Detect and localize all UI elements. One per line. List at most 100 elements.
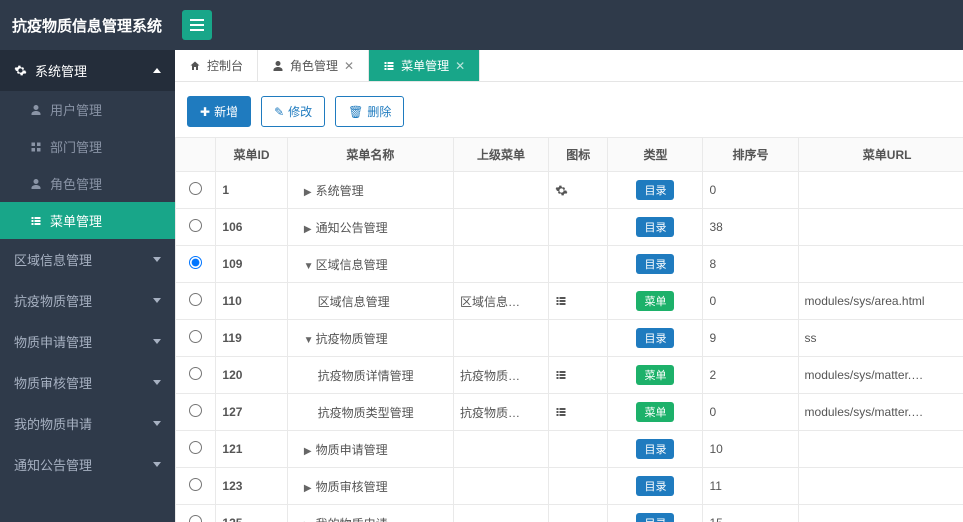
sidebar-item-3[interactable]: 菜单管理 (0, 202, 175, 239)
sidebar-top-item-1[interactable]: 抗疫物质管理 (0, 280, 175, 321)
cell-parent (454, 209, 549, 246)
sidebar-item-label: 菜单管理 (50, 211, 102, 230)
chevron-down-icon (153, 421, 161, 426)
user-icon (30, 178, 42, 190)
cell-icon (549, 505, 608, 522)
expand-toggle[interactable]: ▶ (304, 446, 312, 457)
cell-name: ▶系统管理 (287, 172, 453, 209)
table-row[interactable]: 109 ▼区域信息管理 目录 8 (176, 246, 963, 283)
cell-type: 目录 (608, 505, 703, 522)
cell-url (798, 246, 963, 283)
hamburger-icon (190, 19, 204, 31)
cell-parent: 抗疫物质… (454, 357, 549, 394)
cell-url (798, 172, 963, 209)
cell-parent (454, 468, 549, 505)
sidebar-toggle-button[interactable] (182, 10, 212, 40)
tab-label: 菜单管理 (401, 57, 449, 74)
close-icon[interactable]: ✕ (455, 59, 465, 73)
tab-0[interactable]: 控制台 (175, 50, 258, 81)
cell-name: 抗疫物质类型管理 (287, 394, 453, 431)
chevron-down-icon (153, 298, 161, 303)
sidebar-top-item-5[interactable]: 通知公告管理 (0, 444, 175, 485)
cell-type: 菜单 (608, 394, 703, 431)
close-icon[interactable]: ✕ (344, 59, 354, 73)
gear-icon (14, 64, 27, 77)
table-row[interactable]: 110 区域信息管理 区域信息… 菜单 0 modules/sys/area.h… (176, 283, 963, 320)
sidebar-group-label: 系统管理 (35, 61, 87, 80)
cell-type: 目录 (608, 320, 703, 357)
expand-toggle[interactable]: ▶ (304, 224, 312, 235)
edit-button[interactable]: ✎修改 (261, 96, 325, 127)
cell-url (798, 505, 963, 522)
cell-type: 目录 (608, 431, 703, 468)
table-row[interactable]: 123 ▶物质审核管理 目录 11 (176, 468, 963, 505)
sidebar-group-system[interactable]: 系统管理 (0, 50, 175, 91)
list-icon (555, 369, 601, 381)
delete-button[interactable]: 🗑删除 (335, 96, 404, 127)
row-radio[interactable] (189, 293, 202, 306)
cell-icon (549, 283, 608, 320)
cell-order: 0 (703, 172, 798, 209)
cell-id: 125 (216, 505, 287, 522)
sidebar-item-label: 用户管理 (50, 100, 102, 119)
expand-toggle[interactable]: ▶ (304, 187, 312, 198)
row-radio[interactable] (189, 441, 202, 454)
sidebar-item-1[interactable]: 部门管理 (0, 128, 175, 165)
chevron-down-icon (153, 339, 161, 344)
cell-id: 121 (216, 431, 287, 468)
cell-order: 0 (703, 394, 798, 431)
row-radio[interactable] (189, 256, 202, 269)
table-row[interactable]: 125 ▶我的物质申请 目录 15 (176, 505, 963, 522)
table-row[interactable]: 121 ▶物质申请管理 目录 10 (176, 431, 963, 468)
plus-icon: ✚ (200, 105, 210, 119)
table-row[interactable]: 119 ▼抗疫物质管理 目录 9 ss (176, 320, 963, 357)
cell-parent: 抗疫物质… (454, 394, 549, 431)
cell-order: 38 (703, 209, 798, 246)
expand-toggle[interactable]: ▼ (304, 261, 312, 272)
cell-type: 菜单 (608, 357, 703, 394)
user-icon (30, 104, 42, 116)
cell-url: modules/sys/matter.… (798, 357, 963, 394)
col-icon: 图标 (549, 138, 608, 172)
row-radio[interactable] (189, 515, 202, 522)
list-icon (555, 295, 601, 307)
cell-name: ▶我的物质申请 (287, 505, 453, 522)
tab-label: 角色管理 (290, 57, 338, 74)
main-content: 控制台角色管理✕菜单管理✕ ✚新增 ✎修改 🗑删除 菜单ID 菜单名称 上级菜单… (175, 50, 963, 522)
tab-1[interactable]: 角色管理 ✕ (258, 50, 369, 81)
cell-icon (549, 320, 608, 357)
table-row[interactable]: 127 抗疫物质类型管理 抗疫物质… 菜单 0 modules/sys/matt… (176, 394, 963, 431)
cell-id: 123 (216, 468, 287, 505)
row-radio[interactable] (189, 367, 202, 380)
row-radio[interactable] (189, 404, 202, 417)
row-radio[interactable] (189, 182, 202, 195)
cell-id: 109 (216, 246, 287, 283)
sidebar-top-item-4[interactable]: 我的物质申请 (0, 403, 175, 444)
row-radio[interactable] (189, 478, 202, 491)
cell-parent (454, 431, 549, 468)
cell-icon (549, 246, 608, 283)
table-row[interactable]: 120 抗疫物质详情管理 抗疫物质… 菜单 2 modules/sys/matt… (176, 357, 963, 394)
sidebar-top-item-3[interactable]: 物质审核管理 (0, 362, 175, 403)
cell-order: 8 (703, 246, 798, 283)
row-radio[interactable] (189, 219, 202, 232)
cell-name: ▶通知公告管理 (287, 209, 453, 246)
sidebar-top-item-2[interactable]: 物质申请管理 (0, 321, 175, 362)
table-row[interactable]: 1 ▶系统管理 目录 0 (176, 172, 963, 209)
sidebar-item-2[interactable]: 角色管理 (0, 165, 175, 202)
sidebar-item-0[interactable]: 用户管理 (0, 91, 175, 128)
add-button[interactable]: ✚新增 (187, 96, 251, 127)
cell-order: 2 (703, 357, 798, 394)
col-select (176, 138, 216, 172)
tab-label: 控制台 (207, 57, 243, 74)
cell-id: 120 (216, 357, 287, 394)
expand-toggle[interactable]: ▼ (304, 335, 312, 346)
row-radio[interactable] (189, 330, 202, 343)
tab-2[interactable]: 菜单管理 ✕ (369, 50, 480, 81)
chevron-down-icon (153, 462, 161, 467)
sidebar-top-item-0[interactable]: 区域信息管理 (0, 239, 175, 280)
trash-icon: 🗑 (348, 105, 363, 119)
table-row[interactable]: 106 ▶通知公告管理 目录 38 (176, 209, 963, 246)
list-icon (30, 215, 42, 227)
expand-toggle[interactable]: ▶ (304, 483, 312, 494)
